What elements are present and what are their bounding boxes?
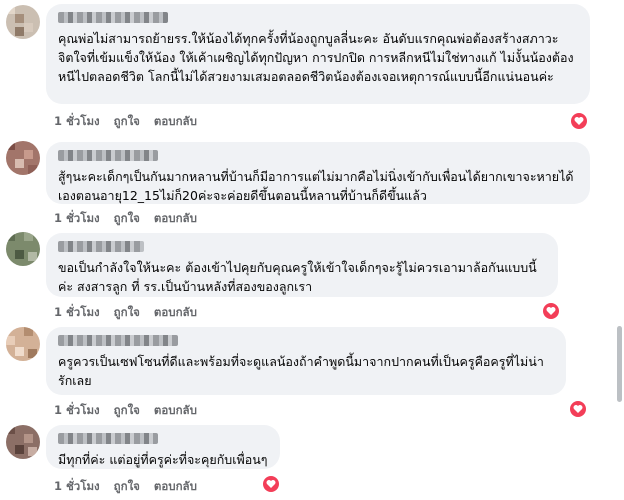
reply-button[interactable]: ตอบกลับ <box>154 478 197 496</box>
avatar[interactable] <box>6 327 40 361</box>
comment-text: คุณพ่อไม่สามารถย้ายรร.ให้น้องได้ทุกครั้ง… <box>58 31 574 84</box>
comment-bubble: สู้ๆนะคะเด็กๆเป็นกันมากหลานที่บ้านก็มีอา… <box>46 142 590 204</box>
reply-button[interactable]: ตอบกลับ <box>154 113 197 131</box>
love-heart-icon[interactable] <box>543 303 559 319</box>
commenter-name-blurred[interactable] <box>58 241 144 252</box>
comment-timestamp[interactable]: 1 ชั่วโมง <box>54 402 100 420</box>
comment-actions: 1 ชั่วโมง ถูกใจ ตอบกลับ <box>54 210 197 228</box>
avatar[interactable] <box>6 232 40 266</box>
comment-actions: 1 ชั่วโมง ถูกใจ ตอบกลับ <box>54 402 197 420</box>
love-heart-icon[interactable] <box>263 476 279 492</box>
comment-bubble: ขอเป็นกำลังใจให้นะคะ ต้องเข้าไปคุยกับคุณ… <box>46 233 558 297</box>
avatar[interactable] <box>6 141 40 175</box>
love-heart-icon[interactable] <box>571 113 587 129</box>
comment-timestamp[interactable]: 1 ชั่วโมง <box>54 113 100 131</box>
scrollbar[interactable] <box>617 326 622 402</box>
comment-bubble: มีทุกที่ค่ะ แต่อยู่ที่ครูค่ะที่จะคุยกับเ… <box>46 425 280 469</box>
comment-text: ขอเป็นกำลังใจให้นะคะ ต้องเข้าไปคุยกับคุณ… <box>58 260 537 294</box>
commenter-name-blurred[interactable] <box>58 150 158 161</box>
like-button[interactable]: ถูกใจ <box>114 113 140 131</box>
like-button[interactable]: ถูกใจ <box>114 210 140 228</box>
comment-bubble: ครูควรเป็นเซฟโซนที่ดีและพร้อมที่จะดูแลน้… <box>46 327 566 395</box>
comment-timestamp[interactable]: 1 ชั่วโมง <box>54 210 100 228</box>
like-button[interactable]: ถูกใจ <box>114 304 140 322</box>
comment-text: สู้ๆนะคะเด็กๆเป็นกันมากหลานที่บ้านก็มีอา… <box>58 169 574 203</box>
comment-timestamp[interactable]: 1 ชั่วโมง <box>54 478 100 496</box>
reply-button[interactable]: ตอบกลับ <box>154 402 197 420</box>
love-heart-icon[interactable] <box>570 401 586 417</box>
comment-timestamp[interactable]: 1 ชั่วโมง <box>54 304 100 322</box>
comment-text: ครูควรเป็นเซฟโซนที่ดีและพร้อมที่จะดูแลน้… <box>58 354 544 388</box>
reply-button[interactable]: ตอบกลับ <box>154 304 197 322</box>
commenter-name-blurred[interactable] <box>58 12 168 23</box>
avatar[interactable] <box>6 5 40 39</box>
comment-bubble: คุณพ่อไม่สามารถย้ายรร.ให้น้องได้ทุกครั้ง… <box>46 4 590 104</box>
comment-text: มีทุกที่ค่ะ แต่อยู่ที่ครูค่ะที่จะคุยกับเ… <box>58 452 268 467</box>
avatar[interactable] <box>6 425 40 459</box>
commenter-name-blurred[interactable] <box>58 433 158 444</box>
like-button[interactable]: ถูกใจ <box>114 402 140 420</box>
like-button[interactable]: ถูกใจ <box>114 478 140 496</box>
commenter-name-blurred[interactable] <box>58 335 178 346</box>
comment-actions: 1 ชั่วโมง ถูกใจ ตอบกลับ <box>54 304 197 322</box>
comment-actions: 1 ชั่วโมง ถูกใจ ตอบกลับ <box>54 113 197 131</box>
comment-actions: 1 ชั่วโมง ถูกใจ ตอบกลับ <box>54 478 197 496</box>
reply-button[interactable]: ตอบกลับ <box>154 210 197 228</box>
